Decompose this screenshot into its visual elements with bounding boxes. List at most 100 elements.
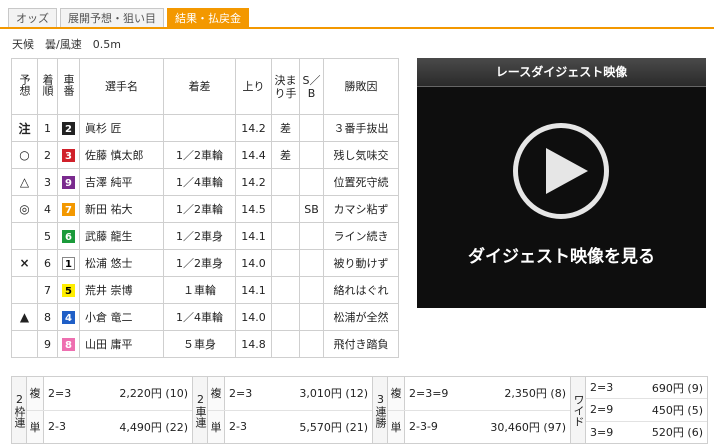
- watch-digest-link[interactable]: ダイジェスト映像を見る: [417, 242, 706, 267]
- margin: １車輪: [163, 276, 236, 304]
- table-row: △ 3 9 吉澤 純平 1／4車輪 14.2 位置死守続: [11, 168, 399, 196]
- payout-row: 複 2=3=9 2,350円 (8): [388, 377, 570, 411]
- table-row: 9 8 山田 庸平 ５車身 14.8 飛付き踏負: [11, 330, 399, 358]
- rider-name: 佐藤 慎太郎: [79, 141, 164, 169]
- play-icon: [546, 148, 588, 194]
- tab-results[interactable]: 結果・払戻金: [167, 8, 249, 28]
- weather-info: 天候 曇/風速 0.5m: [12, 38, 121, 51]
- kimarite: [271, 276, 300, 304]
- payout-wide-label: ワイド: [571, 377, 586, 443]
- video-body[interactable]: ダイジェスト映像を見る: [417, 87, 706, 308]
- digest-video-panel[interactable]: レースダイジェスト映像 ダイジェスト映像を見る: [417, 58, 706, 308]
- table-row: 注 1 2 眞杉 匠 14.2 差 ３番手抜出: [11, 114, 399, 142]
- finish-position: 2: [37, 141, 58, 169]
- tab-underline: [0, 27, 714, 29]
- sb-flag: [299, 114, 324, 142]
- rider-name: 武藤 龍生: [79, 222, 164, 250]
- payout-row: 単 2-3-9 30,460円 (97): [388, 410, 570, 443]
- rider-name: 松浦 悠士: [79, 249, 164, 277]
- table-row: ○ 2 3 佐藤 慎太郎 1／2車輪 14.4 差残し気味交: [11, 141, 399, 169]
- bike-number: 6: [57, 222, 80, 250]
- kimarite: [271, 249, 300, 277]
- margin: 1／4車輪: [163, 168, 236, 196]
- header-name: 選手名: [79, 58, 164, 115]
- payout-sanren-label: 3連勝: [373, 377, 388, 443]
- sb-flag: [299, 168, 324, 196]
- last-lap-time: 14.4: [235, 141, 272, 169]
- payout-shaban: 2車連 複 2=3 3,010円 (12) 単 2-3 5,570円 (21): [193, 377, 373, 443]
- play-button[interactable]: [513, 123, 609, 219]
- margin: 1／2車輪: [163, 141, 236, 169]
- sb-flag: [299, 222, 324, 250]
- margin: 1／4車輪: [163, 303, 236, 331]
- rider-name: 眞杉 匠: [79, 114, 164, 142]
- payout-shaban-label: 2車連: [193, 377, 208, 443]
- margin: 1／2車身: [163, 249, 236, 277]
- table-row: × 6 1 松浦 悠士 1／2車身 14.0 被り動けず: [11, 249, 399, 277]
- finish-position: 6: [37, 249, 58, 277]
- sb-flag: [299, 249, 324, 277]
- payout-wide: ワイド 2=3 690円 (9) 2=9 450円 (5) 3=9 520円 (6): [571, 377, 707, 443]
- kimarite: [271, 195, 300, 223]
- bike-number: 3: [57, 141, 80, 169]
- header-margin: 着差: [163, 58, 236, 115]
- result-reason: ライン続き: [323, 222, 399, 250]
- last-lap-time: 14.1: [235, 276, 272, 304]
- bike-number-badge: 1: [62, 256, 75, 270]
- result-reason: 被り動けず: [323, 249, 399, 277]
- table-row: 7 5 荒井 崇博 １車輪 14.1 絡れはぐれ: [11, 276, 399, 304]
- payout-wakuren: 2枠連 複 2=3 2,220円 (10) 単 2-3 4,490円 (22): [12, 377, 193, 443]
- kimarite: [271, 303, 300, 331]
- pred-mark: △: [11, 168, 38, 196]
- payout-row: 複 2=3 3,010円 (12): [208, 377, 372, 411]
- rider-name: 新田 祐大: [79, 195, 164, 223]
- kimarite: 差: [271, 141, 300, 169]
- sb-flag: [299, 276, 324, 304]
- tab-odds[interactable]: オッズ: [8, 8, 57, 28]
- pred-mark: ○: [11, 141, 38, 169]
- result-reason: 位置死守続: [323, 168, 399, 196]
- result-tabs: オッズ 展開予想・狙い目 結果・払戻金: [8, 8, 249, 28]
- result-reason: ３番手抜出: [323, 114, 399, 142]
- video-title: レースダイジェスト映像: [417, 58, 706, 87]
- margin: 1／2車身: [163, 222, 236, 250]
- pred-mark: ▲: [11, 303, 38, 331]
- last-lap-time: 14.5: [235, 195, 272, 223]
- table-header-row: 予想 着順 車番 選手名 着差 上り 決まり手 S／B 勝敗因: [11, 58, 399, 115]
- results-table: 予想 着順 車番 選手名 着差 上り 決まり手 S／B 勝敗因 注 1 2 眞杉 匠1…: [11, 58, 399, 358]
- kimarite: 差: [271, 114, 300, 142]
- header-bike: 車番: [57, 58, 80, 115]
- pred-mark: ◎: [11, 195, 38, 223]
- payout-row: 2=3 690円 (9): [586, 377, 707, 400]
- bike-number: 4: [57, 303, 80, 331]
- pred-mark: 注: [11, 114, 38, 142]
- margin: ５車身: [163, 330, 236, 358]
- payout-row: 3=9 520円 (6): [590, 425, 703, 440]
- bike-number-badge: 7: [62, 202, 75, 216]
- table-row: ◎ 4 7 新田 祐大 1／2車輪 14.5 SB カマシ粘ず: [11, 195, 399, 223]
- payout-row: 複 2=3 2,220円 (10): [27, 377, 192, 411]
- table-row: ▲ 8 4 小倉 竜二 1／4車輪 14.0 松浦が全然: [11, 303, 399, 331]
- payout-wakuren-label: 2枠連: [12, 377, 27, 443]
- bike-number: 9: [57, 168, 80, 196]
- rider-name: 吉澤 純平: [79, 168, 164, 196]
- result-reason: 松浦が全然: [323, 303, 399, 331]
- tab-forecast[interactable]: 展開予想・狙い目: [60, 8, 164, 28]
- payout-row: 単 2-3 5,570円 (21): [208, 410, 372, 443]
- last-lap-time: 14.0: [235, 249, 272, 277]
- bike-number-badge: 6: [62, 229, 75, 243]
- finish-position: 5: [37, 222, 58, 250]
- pred-mark: [11, 276, 38, 304]
- payout-row: 2=9 450円 (5): [586, 399, 707, 422]
- payout-sanren: 3連勝 複 2=3=9 2,350円 (8) 単 2-3-9 30,460円 (97): [373, 377, 571, 443]
- sb-flag: [299, 303, 324, 331]
- header-sb: S／B: [299, 58, 324, 115]
- bike-number-badge: 2: [62, 121, 75, 135]
- pred-mark: ×: [11, 249, 38, 277]
- pred-mark: [11, 222, 38, 250]
- header-kimarite: 決まり手: [271, 58, 300, 115]
- kimarite: [271, 222, 300, 250]
- finish-position: 8: [37, 303, 58, 331]
- header-reason: 勝敗因: [323, 58, 399, 115]
- bike-number: 1: [57, 249, 80, 277]
